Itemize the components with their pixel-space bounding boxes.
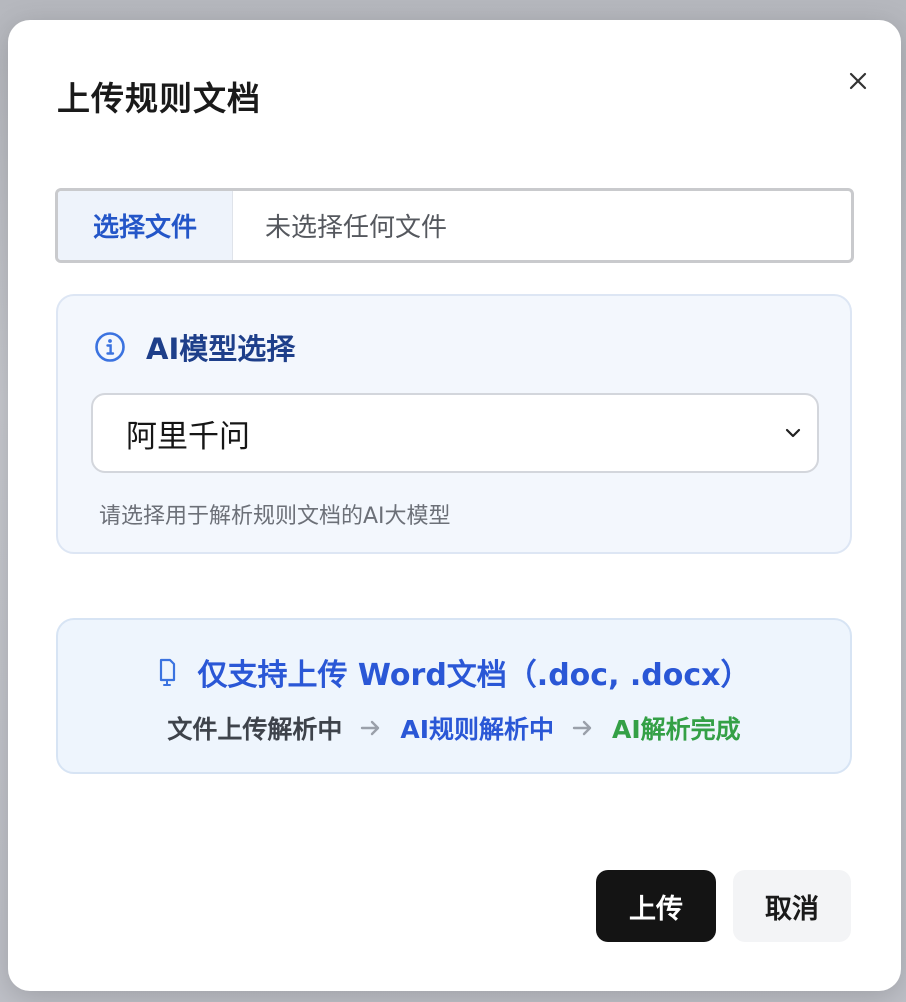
close-icon <box>849 72 867 90</box>
model-section-header: AI模型选择 <box>94 326 295 368</box>
upload-dialog: 上传规则文档 选择文件 未选择任何文件 AI模型选择 阿里千问 请选择用于解析规… <box>8 20 901 991</box>
close-button[interactable] <box>841 64 875 98</box>
step-file-parsing: 文件上传解析中 <box>167 715 343 744</box>
support-line: 仅支持上传 Word文档（.doc, .docx） <box>58 650 850 694</box>
step-ai-parsing: AI规则解析中 <box>400 715 554 744</box>
model-select-value: 阿里千问 <box>126 418 250 455</box>
dialog-title: 上传规则文档 <box>57 79 261 118</box>
cancel-button[interactable]: 取消 <box>733 870 851 942</box>
support-info-card: 仅支持上传 Word文档（.doc, .docx） 文件上传解析中 AI规则解析… <box>56 618 852 774</box>
file-picker[interactable]: 选择文件 未选择任何文件 <box>55 188 854 263</box>
progress-steps: 文件上传解析中 AI规则解析中 AI解析完成 <box>58 710 850 746</box>
arrow-right-icon <box>360 719 382 737</box>
upload-button[interactable]: 上传 <box>596 870 716 942</box>
arrow-right-icon <box>572 719 594 737</box>
model-select[interactable]: 阿里千问 <box>91 393 819 473</box>
info-icon <box>95 332 125 362</box>
model-section-title: AI模型选择 <box>146 332 296 366</box>
model-selection-card: AI模型选择 阿里千问 请选择用于解析规则文档的AI大模型 <box>56 294 852 554</box>
step-ai-complete: AI解析完成 <box>612 715 741 744</box>
document-icon <box>160 658 176 686</box>
model-hint-text: 请选择用于解析规则文档的AI大模型 <box>99 504 451 529</box>
support-text: 仅支持上传 Word文档（.doc, .docx） <box>197 658 751 693</box>
file-status-text: 未选择任何文件 <box>265 213 448 243</box>
chevron-down-icon <box>785 428 801 438</box>
choose-file-button[interactable]: 选择文件 <box>58 191 233 260</box>
